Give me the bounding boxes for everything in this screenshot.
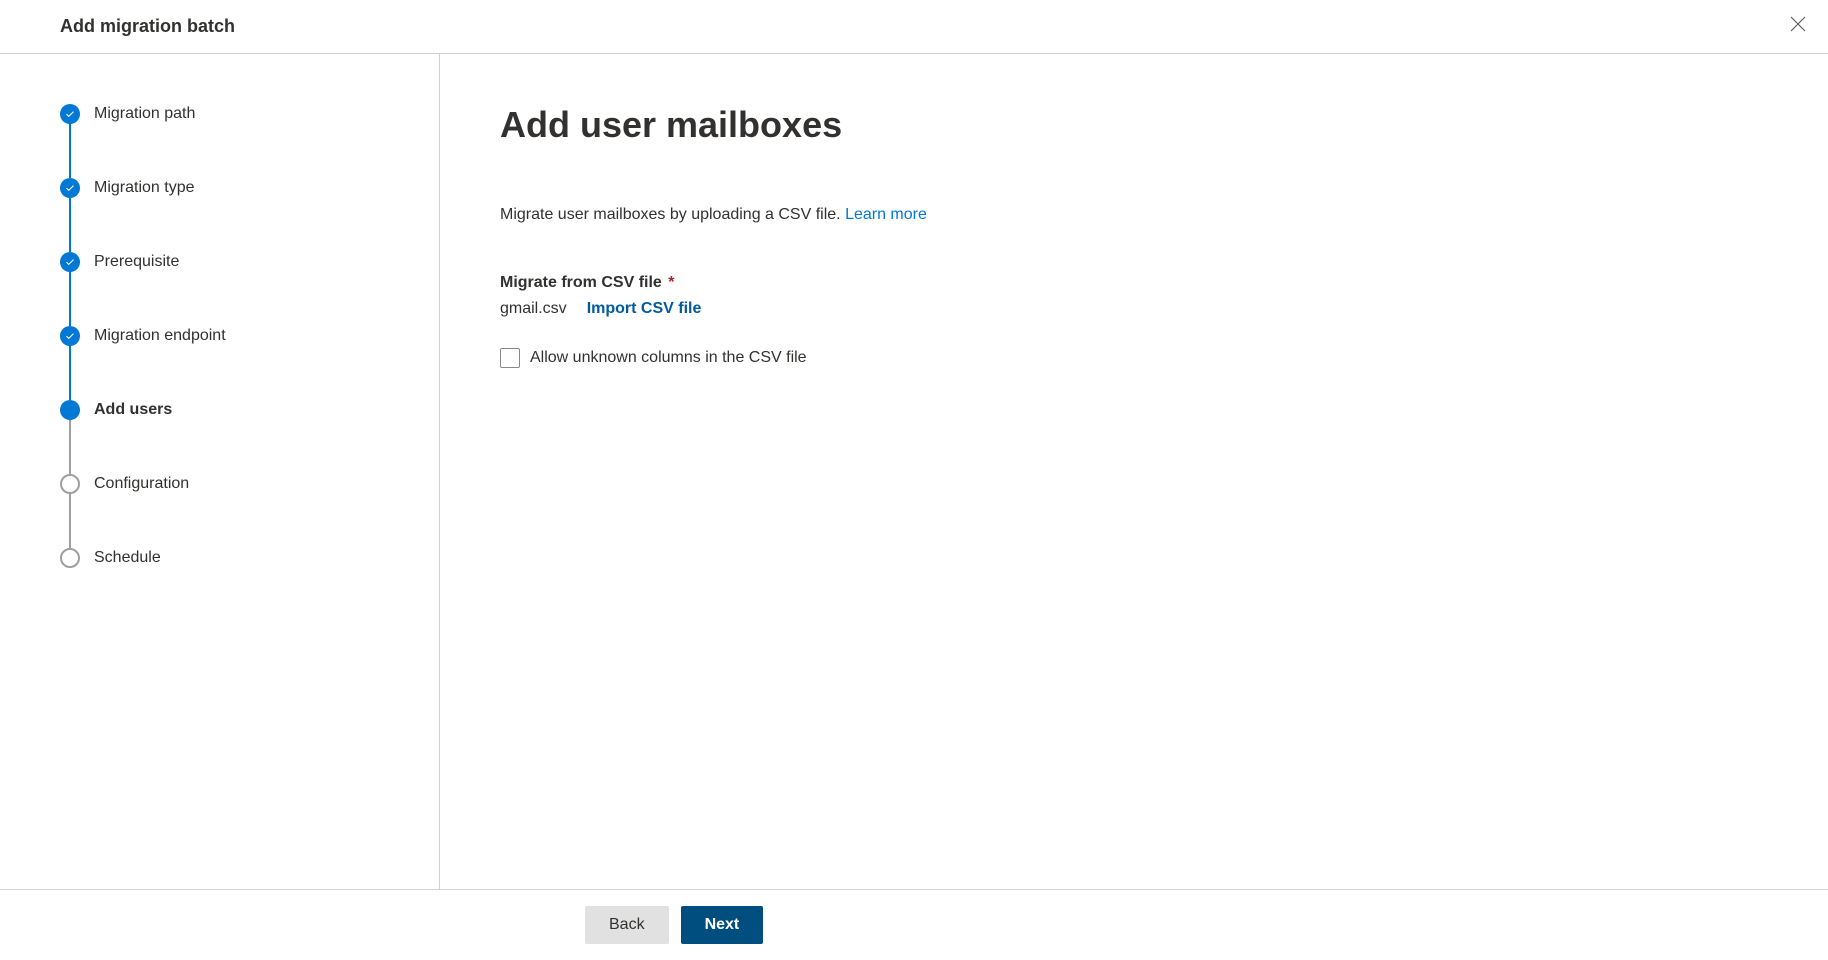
step-migration-type[interactable]: Migration type [60,178,439,252]
checkmark-icon [65,109,75,119]
step-indicator-completed [60,104,80,124]
step-indicator-current [60,400,80,420]
allow-unknown-columns-label: Allow unknown columns in the CSV file [530,349,807,367]
required-indicator: * [664,274,675,291]
step-connector [69,272,71,326]
learn-more-link[interactable]: Learn more [845,206,927,223]
page-title: Add user mailboxes [500,104,1768,146]
step-indicator-completed [60,252,80,272]
csv-field-label: Migrate from CSV file * [500,274,1768,292]
close-button[interactable] [1786,15,1810,39]
step-label: Prerequisite [94,252,179,272]
step-label: Migration endpoint [94,326,226,346]
close-icon [1790,15,1806,38]
checkmark-icon [65,183,75,193]
checkmark-icon [65,331,75,341]
csv-field-label-text: Migrate from CSV file [500,274,662,291]
step-migration-path[interactable]: Migration path [60,104,439,178]
step-schedule[interactable]: Schedule [60,548,439,568]
csv-file-row: gmail.csv Import CSV file [500,300,1768,318]
dialog-header: Add migration batch [0,0,1828,54]
step-label: Migration path [94,104,195,124]
page-description: Migrate user mailboxes by uploading a CS… [500,206,1768,224]
step-configuration[interactable]: Configuration [60,474,439,548]
description-text: Migrate user mailboxes by uploading a CS… [500,206,845,223]
main-content: Add user mailboxes Migrate user mailboxe… [440,54,1828,889]
csv-file-name: gmail.csv [500,300,567,318]
step-label: Schedule [94,548,161,568]
step-indicator-completed [60,178,80,198]
next-button[interactable]: Next [681,906,764,944]
step-label: Migration type [94,178,195,198]
dialog-title: Add migration batch [60,16,235,37]
dialog-body: Migration path Migration type Prerequisi… [0,54,1828,890]
step-connector [69,198,71,252]
step-indicator-upcoming [60,548,80,568]
allow-unknown-columns-checkbox[interactable] [500,348,520,368]
step-label: Add users [94,400,172,420]
import-csv-link[interactable]: Import CSV file [587,300,702,318]
wizard-steps-list: Migration path Migration type Prerequisi… [60,104,439,568]
step-connector [69,346,71,400]
step-add-users[interactable]: Add users [60,400,439,474]
checkmark-icon [65,257,75,267]
step-prerequisite[interactable]: Prerequisite [60,252,439,326]
step-indicator-upcoming [60,474,80,494]
allow-unknown-columns-row: Allow unknown columns in the CSV file [500,348,1768,368]
step-migration-endpoint[interactable]: Migration endpoint [60,326,439,400]
wizard-steps-sidebar: Migration path Migration type Prerequisi… [0,54,440,889]
step-connector [69,124,71,178]
migration-batch-dialog: Add migration batch Migration path [0,0,1828,960]
step-connector [69,420,71,474]
dialog-footer: Back Next [0,890,1828,960]
step-label: Configuration [94,474,189,494]
step-connector [69,494,71,548]
back-button[interactable]: Back [585,906,669,944]
step-indicator-completed [60,326,80,346]
